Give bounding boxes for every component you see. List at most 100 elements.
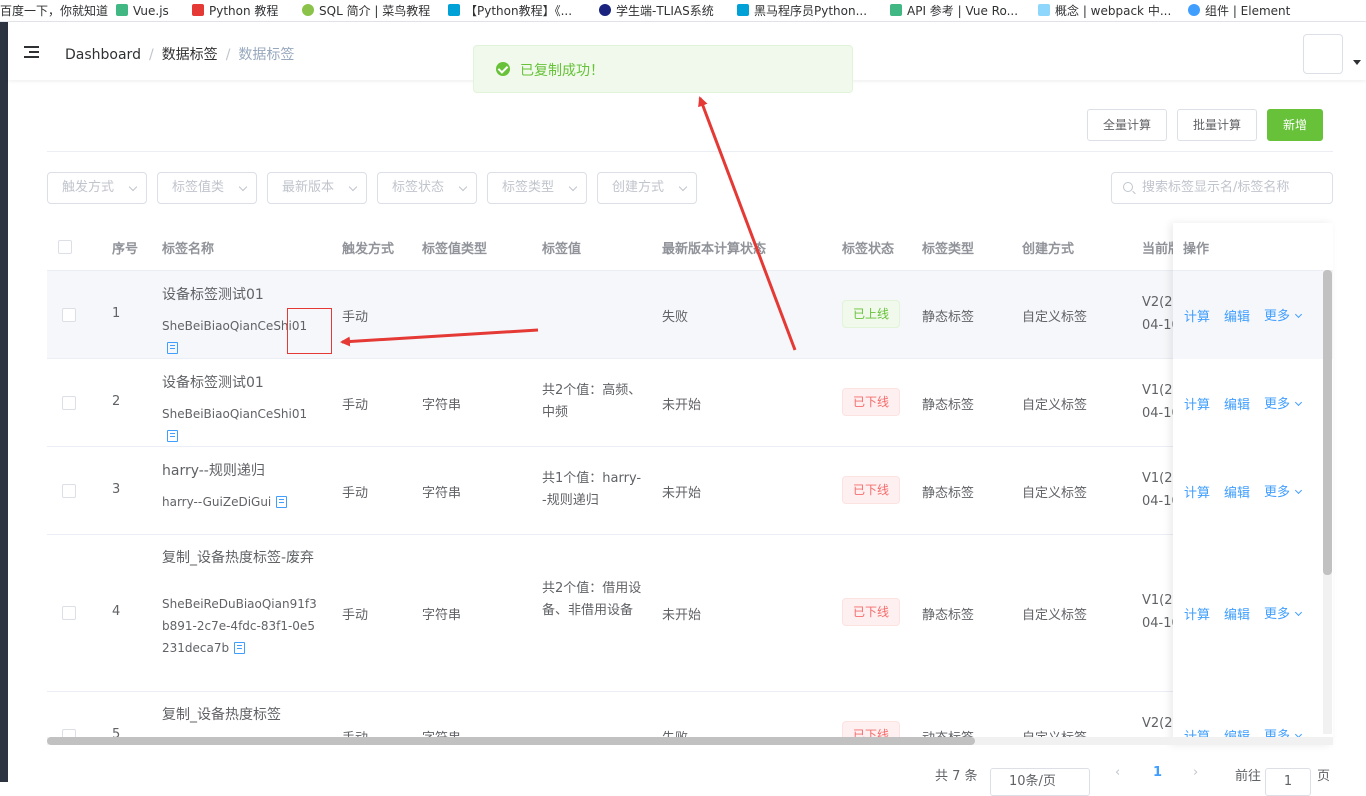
bookmark-webpack[interactable]: 概念 | webpack 中... xyxy=(1038,3,1171,19)
tags-table: 序号 标签名称 触发方式 标签值类型 标签值 最新版本计算状态 标签状态 标签类… xyxy=(47,223,1333,745)
success-check-icon xyxy=(496,62,510,76)
search-input[interactable]: 搜索标签显示名/标签名称 xyxy=(1111,172,1333,204)
chevron-down-icon xyxy=(348,182,358,192)
filter-latest-version[interactable]: 最新版本 xyxy=(267,172,367,204)
bookmark-python[interactable]: Python 教程 xyxy=(192,3,278,19)
bookmark-vue-router[interactable]: API 参考 | Vue Ro... xyxy=(890,3,1018,19)
tag-type: 静态标签 xyxy=(922,398,975,413)
column-header: 标签值 xyxy=(542,242,582,257)
chevron-down-icon xyxy=(1294,486,1303,495)
tag-type: 静态标签 xyxy=(922,608,975,623)
edit-link[interactable]: 编辑 xyxy=(1224,306,1250,325)
bilibili-icon xyxy=(448,4,460,16)
calc-all-button[interactable]: 全量计算 xyxy=(1087,109,1167,141)
status-badge: 已下线 xyxy=(842,388,901,416)
more-dropdown[interactable]: 更多 xyxy=(1264,481,1303,500)
row-checkbox[interactable] xyxy=(62,308,76,322)
tag-values: 共2个值：借用设备、非借用设备 xyxy=(542,581,642,618)
goto-page-input[interactable]: 1 xyxy=(1265,768,1311,796)
ops-column: 操作 计算 编辑 更多 计算 编辑 更多 计算 编辑 更多 计算 编辑 更多 计… xyxy=(1173,223,1333,745)
more-dropdown[interactable]: 更多 xyxy=(1264,393,1303,412)
hamburger-icon[interactable] xyxy=(24,46,39,58)
row-checkbox[interactable] xyxy=(62,396,76,410)
bookmarks-bar: 百度一下，你就知道 Vue.js Python 教程 SQL 简介 | 菜鸟教程… xyxy=(0,0,1366,22)
status-badge: 已下线 xyxy=(842,476,901,504)
row-checkbox[interactable] xyxy=(62,606,76,620)
column-header: 标签状态 xyxy=(842,242,895,257)
search-placeholder: 搜索标签显示名/标签名称 xyxy=(1142,180,1290,195)
page-number-current[interactable]: 1 xyxy=(1153,765,1162,780)
divider xyxy=(47,151,1333,152)
tag-name: 复制_设备热度标签 xyxy=(162,707,281,723)
calc-link[interactable]: 计算 xyxy=(1184,482,1210,501)
filter-label: 创建方式 xyxy=(612,180,665,195)
bookmark-label: SQL 简介 | 菜鸟教程 xyxy=(319,4,431,18)
next-page-icon[interactable]: › xyxy=(1193,765,1198,780)
page-unit-label: 页 xyxy=(1317,769,1331,784)
calc-batch-button[interactable]: 批量计算 xyxy=(1177,109,1257,141)
bookmark-baidu[interactable]: 百度一下，你就知道 xyxy=(0,3,108,19)
edit-link[interactable]: 编辑 xyxy=(1224,604,1250,623)
calc-link[interactable]: 计算 xyxy=(1184,306,1210,325)
bookmark-python-course[interactable]: 【Python教程】《... xyxy=(448,3,572,19)
bookmark-element[interactable]: 组件 | Element xyxy=(1188,3,1290,19)
edit-link[interactable]: 编辑 xyxy=(1224,482,1250,501)
prev-page-icon[interactable]: ‹ xyxy=(1115,765,1120,780)
horizontal-scrollbar-thumb[interactable] xyxy=(47,737,975,745)
filter-tag-type[interactable]: 标签类型 xyxy=(487,172,587,204)
more-label: 更多 xyxy=(1264,309,1291,324)
trigger: 手动 xyxy=(342,486,369,501)
edit-link[interactable]: 编辑 xyxy=(1224,394,1250,413)
bookmark-sql[interactable]: SQL 简介 | 菜鸟教程 xyxy=(302,3,430,19)
chevron-down-icon xyxy=(238,182,248,192)
column-header-ops: 操作 xyxy=(1183,242,1210,257)
caret-down-icon[interactable] xyxy=(1353,60,1361,65)
row-checkbox[interactable] xyxy=(62,484,76,498)
tag-code: harry--GuiZeDiGui xyxy=(162,491,322,513)
more-dropdown[interactable]: 更多 xyxy=(1264,305,1303,324)
chevron-down-icon xyxy=(1294,608,1303,617)
tag-code-text: SheBeiBiaoQianCeShi01 xyxy=(162,319,308,333)
copy-icon[interactable] xyxy=(276,496,288,508)
sidebar-collapsed xyxy=(0,22,8,782)
avatar[interactable] xyxy=(1303,34,1343,74)
table-row: 2 设备标签测试01 SheBeiBiaoQianCeShi01 手动 字符串 … xyxy=(47,359,1333,447)
runoob-icon xyxy=(302,4,314,16)
trigger: 手动 xyxy=(342,608,369,623)
filter-status[interactable]: 标签状态 xyxy=(377,172,477,204)
filter-value-type[interactable]: 标签值类 xyxy=(157,172,257,204)
calc-link[interactable]: 计算 xyxy=(1184,394,1210,413)
success-message-toast: 已复制成功！ xyxy=(473,45,853,93)
chevron-down-icon xyxy=(568,182,578,192)
create-mode: 自定义标签 xyxy=(1022,398,1088,413)
copy-icon[interactable] xyxy=(234,642,246,654)
table-row: 3 harry--规则递归 harry--GuiZeDiGui 手动 字符串 共… xyxy=(47,447,1333,535)
more-dropdown[interactable]: 更多 xyxy=(1264,603,1303,622)
trigger: 手动 xyxy=(342,310,369,325)
filter-label: 标签值类 xyxy=(172,180,225,195)
value-type: 字符串 xyxy=(422,398,462,413)
bookmark-label: Python 教程 xyxy=(209,4,279,18)
toast-message: 已复制成功！ xyxy=(520,63,604,79)
bookmark-vue[interactable]: Vue.js xyxy=(116,3,169,19)
table-row: 4 复制_设备热度标签-废弃 SheBeiReDuBiaoQian91f3b89… xyxy=(47,535,1333,692)
filter-create-mode[interactable]: 创建方式 xyxy=(597,172,697,204)
calc-link[interactable]: 计算 xyxy=(1184,604,1210,623)
filter-label: 触发方式 xyxy=(62,180,115,195)
copy-icon[interactable] xyxy=(167,430,178,442)
bookmark-heima[interactable]: 黑马程序员Python... xyxy=(737,3,867,19)
add-button[interactable]: 新增 xyxy=(1267,109,1323,141)
tag-name: 设备标签测试01 xyxy=(162,375,264,391)
filter-trigger[interactable]: 触发方式 xyxy=(47,172,147,204)
copy-icon[interactable] xyxy=(167,342,178,354)
breadcrumb-section[interactable]: 数据标签 xyxy=(162,47,218,63)
more-label: 更多 xyxy=(1264,485,1291,500)
calc-status: 未开始 xyxy=(662,486,702,501)
breadcrumb-home[interactable]: Dashboard xyxy=(65,47,141,63)
select-all-checkbox[interactable] xyxy=(58,240,72,254)
bookmark-label: 组件 | Element xyxy=(1205,4,1291,18)
page-size-select[interactable]: 10条/页 xyxy=(990,768,1090,796)
vertical-scrollbar-thumb[interactable] xyxy=(1323,270,1332,575)
bookmark-tlias[interactable]: 学生端-TLIAS系统 xyxy=(599,3,714,19)
tag-type: 静态标签 xyxy=(922,486,975,501)
